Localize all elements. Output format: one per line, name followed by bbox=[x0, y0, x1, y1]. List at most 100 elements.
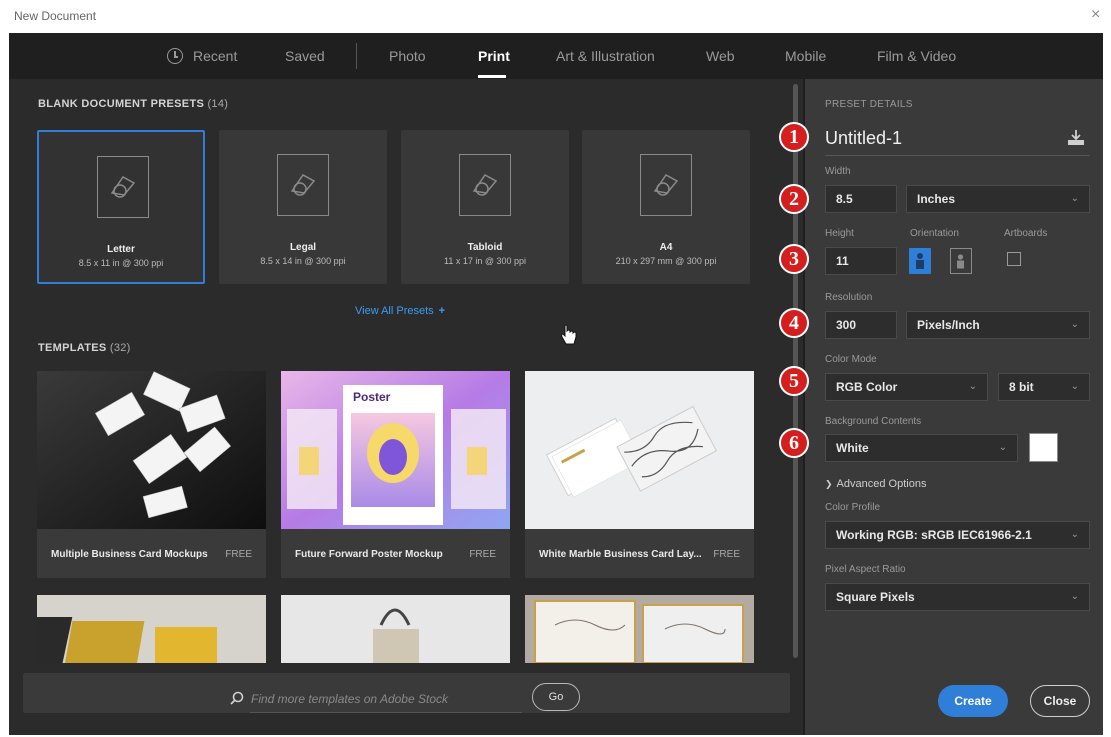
preset-dims: 8.5 x 14 in @ 300 ppi bbox=[260, 256, 346, 266]
presets-section-title: BLANK DOCUMENT PRESETS (14) bbox=[38, 98, 228, 110]
advanced-options-label: Advanced Options bbox=[836, 478, 927, 490]
template-name: Multiple Business Card Mockups bbox=[51, 549, 208, 560]
resolution-unit-select[interactable]: Pixels/Inch ⌄ bbox=[906, 311, 1090, 339]
preset-card-legal[interactable]: Legal 8.5 x 14 in @ 300 ppi bbox=[219, 130, 387, 284]
resolution-label: Resolution bbox=[825, 292, 873, 303]
annotation-badge-1: 1 bbox=[779, 122, 809, 152]
annotation-badge-5: 5 bbox=[779, 366, 809, 396]
chevron-down-icon: ⌄ bbox=[968, 381, 977, 392]
color-mode-select[interactable]: RGB Color ⌄ bbox=[825, 373, 988, 401]
chevron-down-icon: ⌄ bbox=[1070, 319, 1079, 330]
tab-film-video[interactable]: Film & Video bbox=[877, 48, 956, 64]
background-contents-value: White bbox=[836, 441, 869, 455]
height-label: Height bbox=[825, 228, 854, 239]
document-name-input[interactable]: Untitled-1 bbox=[825, 128, 902, 149]
category-tabs: Recent Saved Photo Print Art & Illustrat… bbox=[9, 33, 1103, 79]
template-card-business-cards[interactable]: Multiple Business Card Mockups FREE bbox=[37, 371, 266, 578]
template-card-marble[interactable]: White Marble Business Card Lay... FREE bbox=[525, 371, 754, 578]
resolution-unit-value: Pixels/Inch bbox=[917, 318, 980, 332]
pixel-aspect-label: Pixel Aspect Ratio bbox=[825, 564, 906, 575]
template-card-tote[interactable] bbox=[281, 595, 510, 663]
width-input[interactable]: 8.5 bbox=[825, 185, 897, 213]
preset-card-letter[interactable]: Letter 8.5 x 11 in @ 300 ppi bbox=[37, 130, 205, 284]
search-icon bbox=[230, 691, 244, 705]
templates-count: (32) bbox=[109, 342, 131, 354]
color-profile-label: Color Profile bbox=[825, 502, 881, 513]
width-unit-select[interactable]: Inches ⌄ bbox=[906, 185, 1090, 213]
tab-web[interactable]: Web bbox=[706, 48, 735, 64]
resolution-input[interactable]: 300 bbox=[825, 311, 897, 339]
chevron-down-icon: ⌄ bbox=[1070, 193, 1079, 204]
template-card-invitation[interactable] bbox=[525, 595, 754, 663]
preset-dims: 8.5 x 11 in @ 300 ppi bbox=[78, 258, 164, 268]
template-thumbnail bbox=[37, 371, 266, 529]
landscape-orientation-button[interactable] bbox=[950, 248, 972, 274]
document-icon bbox=[640, 154, 692, 216]
annotation-badge-6: 6 bbox=[779, 428, 809, 458]
preset-dims: 210 x 297 mm @ 300 ppi bbox=[615, 256, 717, 266]
view-all-label: View All Presets bbox=[355, 305, 434, 317]
hand-cursor-icon bbox=[561, 324, 577, 345]
tab-recent[interactable]: Recent bbox=[193, 48, 237, 64]
tab-art-illustration[interactable]: Art & Illustration bbox=[556, 48, 655, 64]
free-badge: FREE bbox=[713, 549, 740, 560]
go-button[interactable]: Go bbox=[532, 683, 580, 711]
template-name: Future Forward Poster Mockup bbox=[295, 549, 443, 560]
width-unit-value: Inches bbox=[917, 192, 956, 206]
view-all-presets-link[interactable]: View All Presets + bbox=[355, 305, 445, 317]
name-underline bbox=[825, 155, 1090, 156]
background-color-swatch[interactable] bbox=[1029, 433, 1058, 462]
preset-name: A4 bbox=[659, 242, 673, 253]
preset-card-a4[interactable]: A4 210 x 297 mm @ 300 ppi bbox=[582, 130, 750, 284]
preset-details-heading: PRESET DETAILS bbox=[825, 99, 913, 110]
chevron-down-icon: ❯ bbox=[825, 479, 833, 489]
close-button[interactable]: Close bbox=[1030, 685, 1090, 717]
template-card-poster[interactable]: Poster Future Forward Poster Mockup FREE bbox=[281, 371, 510, 578]
preset-name: Tabloid bbox=[467, 242, 503, 253]
active-tab-indicator bbox=[478, 75, 506, 78]
tab-saved[interactable]: Saved bbox=[285, 48, 325, 64]
width-label: Width bbox=[825, 166, 851, 177]
preset-name: Legal bbox=[289, 242, 317, 253]
poster-thumb-title: Poster bbox=[353, 390, 391, 404]
window-close-icon[interactable]: × bbox=[1091, 6, 1100, 24]
pixel-aspect-select[interactable]: Square Pixels ⌄ bbox=[825, 583, 1090, 611]
template-card-book[interactable] bbox=[37, 595, 266, 663]
person-portrait-icon bbox=[916, 253, 924, 269]
preset-details-panel bbox=[805, 79, 1103, 735]
bit-depth-value: 8 bit bbox=[1009, 380, 1034, 394]
bit-depth-select[interactable]: 8 bit ⌄ bbox=[998, 373, 1090, 401]
save-preset-icon[interactable] bbox=[1066, 129, 1086, 147]
clock-icon bbox=[167, 48, 183, 64]
chevron-down-icon: ⌄ bbox=[1070, 381, 1079, 392]
tab-print[interactable]: Print bbox=[478, 48, 510, 64]
stock-search-input[interactable]: Find more templates on Adobe Stock bbox=[251, 692, 448, 706]
color-mode-value: RGB Color bbox=[836, 380, 898, 394]
tab-divider bbox=[356, 43, 357, 69]
orientation-label: Orientation bbox=[910, 228, 959, 239]
annotation-badge-2: 2 bbox=[779, 184, 809, 214]
template-thumbnail bbox=[525, 371, 754, 529]
templates-title-text: TEMPLATES bbox=[38, 342, 107, 354]
document-icon bbox=[459, 154, 511, 216]
free-badge: FREE bbox=[469, 549, 496, 560]
advanced-options-toggle[interactable]: ❯ Advanced Options bbox=[825, 478, 926, 490]
document-icon bbox=[97, 156, 149, 218]
presets-title-text: BLANK DOCUMENT PRESETS bbox=[38, 98, 205, 110]
chevron-down-icon: ⌄ bbox=[1070, 591, 1079, 602]
create-button[interactable]: Create bbox=[938, 685, 1008, 717]
height-input[interactable]: 11 bbox=[825, 247, 897, 275]
presets-count: (14) bbox=[207, 98, 229, 110]
tab-photo[interactable]: Photo bbox=[389, 48, 426, 64]
background-contents-select[interactable]: White ⌄ bbox=[825, 434, 1018, 462]
preset-dims: 11 x 17 in @ 300 ppi bbox=[443, 256, 527, 266]
portrait-orientation-button[interactable] bbox=[909, 248, 931, 274]
person-landscape-icon bbox=[957, 254, 964, 269]
color-profile-select[interactable]: Working RGB: sRGB IEC61966-2.1 ⌄ bbox=[825, 521, 1090, 549]
preset-card-tabloid[interactable]: Tabloid 11 x 17 in @ 300 ppi bbox=[401, 130, 569, 284]
artboards-checkbox[interactable] bbox=[1007, 252, 1021, 266]
tab-mobile[interactable]: Mobile bbox=[785, 48, 826, 64]
search-underline bbox=[250, 712, 522, 713]
template-thumbnail: Poster bbox=[281, 371, 510, 529]
pixel-aspect-value: Square Pixels bbox=[836, 590, 915, 604]
